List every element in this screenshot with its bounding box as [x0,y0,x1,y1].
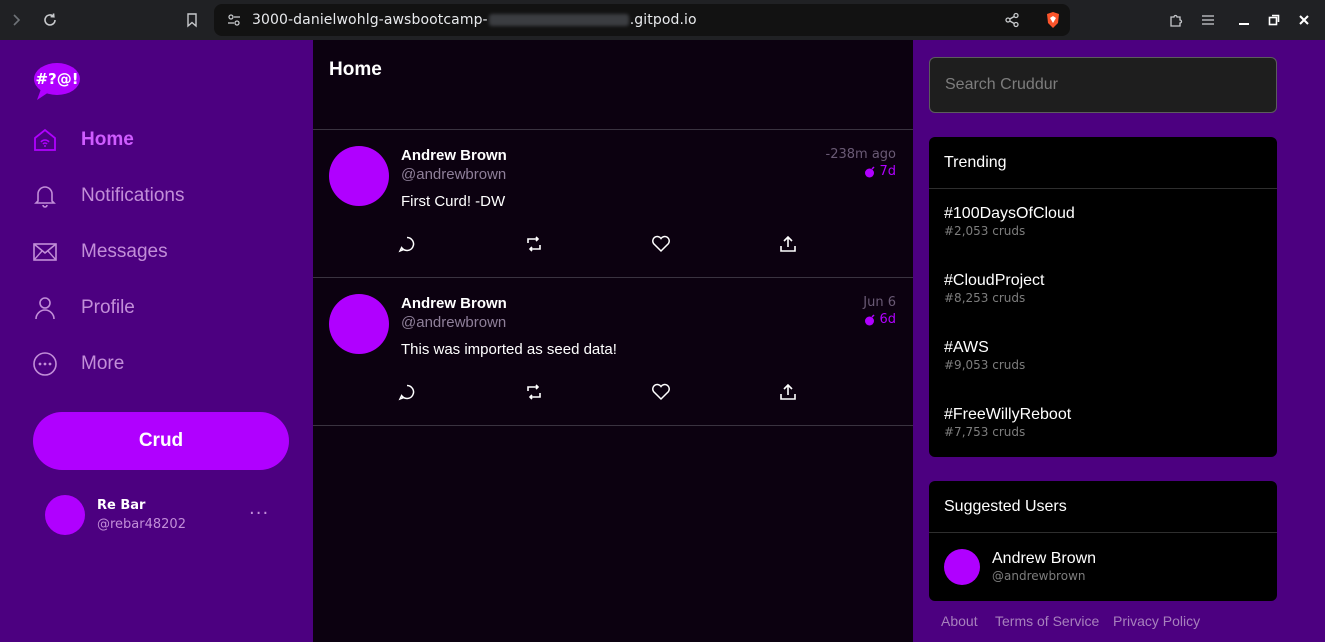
menu-icon[interactable] [1196,8,1220,32]
page-title: Home [329,59,382,80]
avatar[interactable] [944,549,980,585]
sidebar-item-messages[interactable]: Messages [31,237,168,267]
trending-panel: Trending #100DaysOfCloud #2,053 cruds #C… [929,137,1277,457]
user-menu-button[interactable]: ··· [249,503,269,524]
browser-toolbar: 3000-danielwohlg-awsbootcamp- .gitpod.io [0,0,1325,40]
trending-tag[interactable]: #CloudProject [944,272,1045,290]
post-author-handle[interactable]: @andrewbrown [401,166,506,183]
post-expiry: 6d [864,312,896,327]
trending-count: #7,753 cruds [944,425,1026,439]
home-icon [31,126,59,154]
repost-icon[interactable] [524,382,544,402]
footer-about-link[interactable]: About [941,613,978,629]
right-column: Trending #100DaysOfCloud #2,053 cruds #C… [913,40,1325,642]
post-expiry-label: 7d [879,164,896,179]
sidebar-item-profile[interactable]: Profile [31,293,135,323]
trending-tag[interactable]: #FreeWillyReboot [944,406,1071,424]
sidebar-item-label: More [81,353,125,374]
sidebar-item-home[interactable]: Home [31,125,134,155]
mail-icon [31,238,59,266]
url-text: 3000-danielwohlg-awsbootcamp- .gitpod.io [252,12,697,28]
trending-count: #2,053 cruds [944,224,1026,238]
user-handle: @rebar48202 [97,517,186,532]
user-name: Re Bar [97,498,146,513]
share-icon[interactable] [778,234,798,254]
avatar[interactable] [329,146,389,206]
reload-icon[interactable] [38,8,62,32]
trending-item[interactable]: #100DaysOfCloud #2,053 cruds [944,205,1075,238]
post-message: This was imported as seed data! [401,341,617,358]
bomb-icon [865,313,875,325]
sidebar-item-label: Profile [81,297,135,318]
redacted-url-segment [488,14,629,26]
user-icon [31,294,59,322]
post-actions [397,382,797,404]
sidebar-item-notifications[interactable]: Notifications [31,181,185,211]
crud-button[interactable]: Crud [33,412,289,470]
brave-shield-icon[interactable] [1044,11,1062,33]
post-actions [397,234,797,256]
post-author-name[interactable]: Andrew Brown [401,295,507,312]
post-author-handle[interactable]: @andrewbrown [401,314,506,331]
sidebar-item-label: Notifications [81,185,185,206]
avatar[interactable] [329,294,389,354]
current-user[interactable]: Re Bar @rebar48202 ··· [45,495,285,535]
minimize-icon[interactable] [1232,8,1256,32]
footer-terms-link[interactable]: Terms of Service [995,613,1099,629]
suggested-user-handle: @andrewbrown [992,569,1086,583]
trending-item[interactable]: #FreeWillyReboot #7,753 cruds [944,406,1071,439]
suggested-users-panel: Suggested Users Andrew Brown @andrewbrow… [929,481,1277,601]
reply-icon[interactable] [397,234,417,254]
forward-icon[interactable] [4,8,28,32]
close-window-icon[interactable] [1292,8,1316,32]
avatar [45,495,85,535]
bomb-icon [865,165,875,177]
share-icon[interactable] [1004,12,1020,32]
bell-icon [31,182,59,210]
footer-privacy-link[interactable]: Privacy Policy [1113,613,1200,629]
trending-title: Trending [929,137,1277,189]
trending-count: #8,253 cruds [944,291,1026,305]
site-info-icon[interactable] [226,12,242,32]
maximize-icon[interactable] [1262,8,1286,32]
more-circle-icon [31,350,59,378]
post-message: First Curd! -DW [401,193,506,210]
suggested-user-name[interactable]: Andrew Brown [992,550,1096,568]
activity-item[interactable]: Andrew Brown @andrewbrown This was impor… [313,278,913,426]
trending-item[interactable]: #AWS #9,053 cruds [944,339,1025,372]
sidebar-item-label: Home [81,129,134,150]
extensions-icon[interactable] [1164,8,1188,32]
post-expiry-label: 6d [879,312,896,327]
repost-icon[interactable] [524,234,544,254]
like-icon[interactable] [651,234,671,254]
sidebar: #?@! Home Notifications Messages Profile… [0,40,313,642]
suggested-users-title: Suggested Users [929,481,1277,533]
like-icon[interactable] [651,382,671,402]
logo-text: #?@! [35,70,78,88]
post-expiry: 7d [864,164,896,179]
sidebar-item-label: Messages [81,241,168,262]
address-bar[interactable]: 3000-danielwohlg-awsbootcamp- .gitpod.io [214,4,1070,36]
post-author-name[interactable]: Andrew Brown [401,147,507,164]
cruddur-app: #?@! Home Notifications Messages Profile… [0,40,1325,642]
main-feed: Home Andrew Brown @andrewbrown First Cur… [313,40,913,642]
search-input[interactable] [929,57,1277,113]
reply-icon[interactable] [397,382,417,402]
trending-tag[interactable]: #AWS [944,339,1025,357]
post-time: -238m ago [825,147,896,162]
sidebar-item-more[interactable]: More [31,349,124,379]
share-icon[interactable] [778,382,798,402]
post-time: Jun 6 [863,295,896,310]
activity-item[interactable]: Andrew Brown @andrewbrown First Curd! -D… [313,130,913,278]
bookmark-icon[interactable] [180,8,204,32]
trending-tag[interactable]: #100DaysOfCloud [944,205,1075,223]
trending-count: #9,053 cruds [944,358,1026,372]
cruddur-logo[interactable]: #?@! [33,61,81,101]
trending-item[interactable]: #CloudProject #8,253 cruds [944,272,1045,305]
